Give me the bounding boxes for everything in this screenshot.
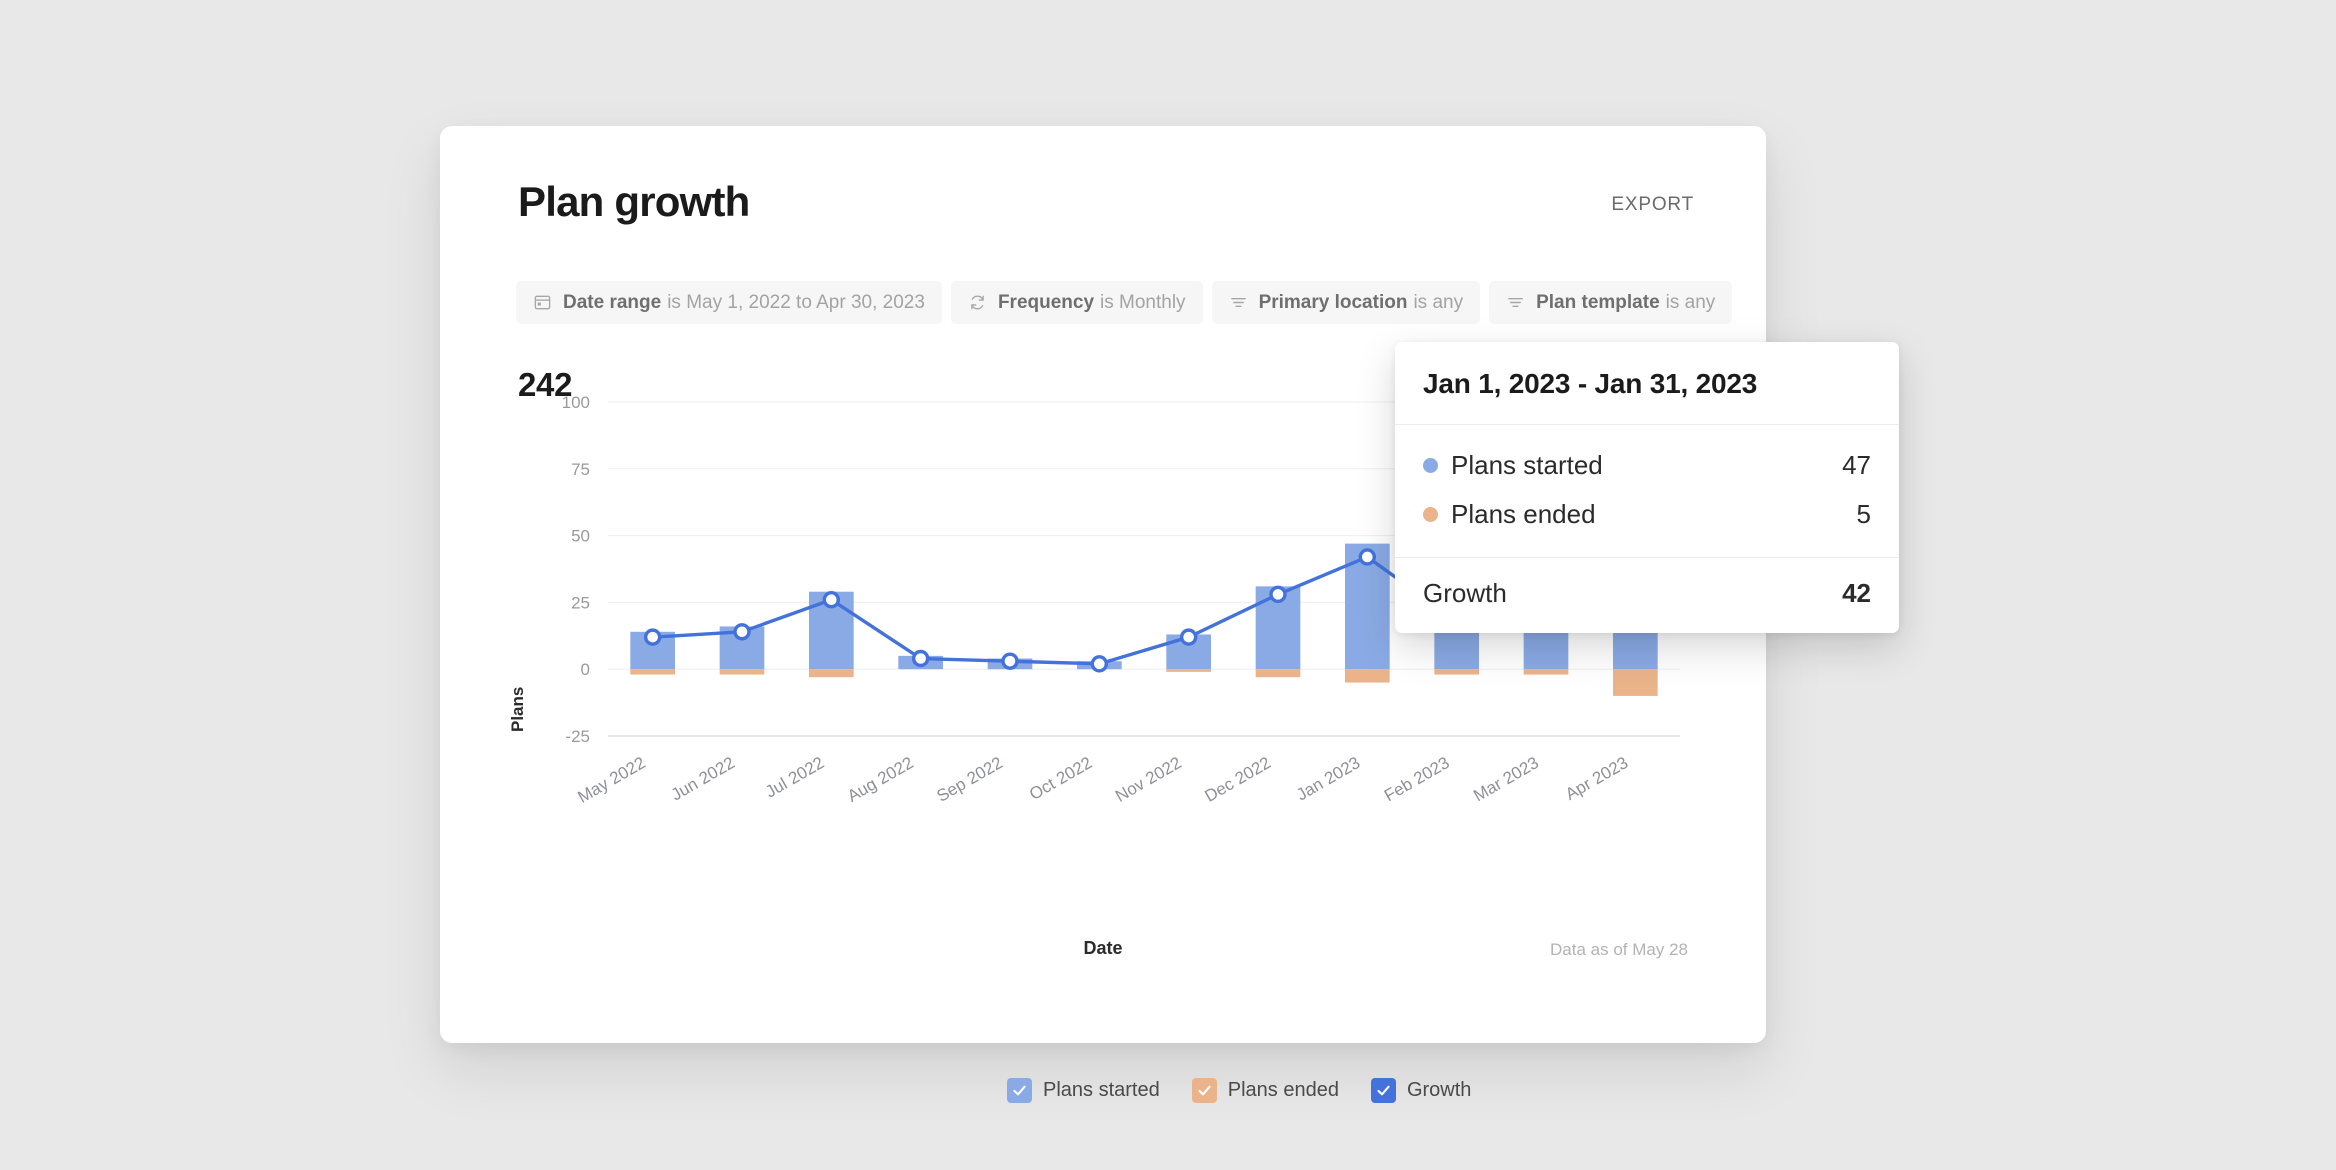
tooltip-row: Plans started 47 <box>1423 441 1871 490</box>
svg-text:Jun 2022: Jun 2022 <box>668 753 738 804</box>
tooltip-row-value: 5 <box>1856 499 1871 529</box>
svg-text:Oct 2022: Oct 2022 <box>1026 753 1095 804</box>
filter-pill-value: is any <box>1413 291 1464 313</box>
legend-item-plans-started[interactable]: Plans started <box>1007 1078 1160 1103</box>
legend-label: Growth <box>1406 1079 1472 1101</box>
filter-pill-plan-template[interactable]: Plan template is any <box>1489 281 1733 324</box>
svg-text:Jan 2023: Jan 2023 <box>1293 753 1363 804</box>
filter-pill-label: Plan template <box>1536 291 1660 313</box>
filter-icon <box>1229 293 1248 312</box>
export-button[interactable]: EXPORT <box>1611 194 1694 216</box>
filter-pill-label: Date range <box>563 291 662 313</box>
screen: Plan growth EXPORT Date range is May 1, … <box>0 0 2336 1170</box>
chart-legend: Plans started Plans ended Growth <box>1007 1078 1471 1103</box>
svg-text:Mar 2023: Mar 2023 <box>1470 753 1542 805</box>
svg-text:Aug 2022: Aug 2022 <box>844 753 917 806</box>
svg-text:0: 0 <box>581 660 590 679</box>
svg-text:Dec 2022: Dec 2022 <box>1201 753 1274 806</box>
filter-pill-frequency[interactable]: Frequency is Monthly <box>950 281 1203 324</box>
legend-label: Plans ended <box>1227 1079 1339 1101</box>
svg-text:75: 75 <box>571 460 590 479</box>
refresh-icon <box>968 293 987 312</box>
series-dot-plans-started <box>1423 458 1438 473</box>
filter-pill-label: Frequency <box>997 291 1095 313</box>
series-dot-plans-ended <box>1423 507 1438 522</box>
filter-pill-value: is May 1, 2022 to Apr 30, 2023 <box>667 291 925 313</box>
svg-text:Nov 2022: Nov 2022 <box>1112 753 1185 806</box>
svg-text:Feb 2023: Feb 2023 <box>1381 753 1453 805</box>
y-axis-title: Plans <box>508 686 527 732</box>
checkbox-growth[interactable] <box>1370 1078 1396 1103</box>
tooltip-total-row: Growth 42 <box>1395 558 1899 633</box>
calendar-icon <box>533 293 552 312</box>
chart-tooltip: Jan 1, 2023 - Jan 31, 2023 Plans started… <box>1395 342 1899 633</box>
tooltip-title: Jan 1, 2023 - Jan 31, 2023 <box>1395 342 1899 425</box>
data-asof-note: Data as of May 28 <box>1550 940 1688 959</box>
checkbox-plans-started[interactable] <box>1007 1078 1032 1103</box>
tooltip-row-label: Plans ended <box>1451 499 1596 529</box>
filter-pill-value: is Monthly <box>1100 291 1186 313</box>
legend-item-growth[interactable]: Growth <box>1370 1078 1472 1103</box>
legend-label: Plans started <box>1043 1079 1160 1101</box>
svg-text:Apr 2023: Apr 2023 <box>1562 753 1631 804</box>
page-title: Plan growth <box>518 178 750 225</box>
svg-text:100: 100 <box>562 393 590 412</box>
tooltip-row-value: 47 <box>1842 450 1871 480</box>
filter-pill-value: is any <box>1665 291 1716 313</box>
svg-text:May 2022: May 2022 <box>574 753 648 807</box>
filter-pill-primary-location[interactable]: Primary location is any <box>1211 281 1481 324</box>
filter-pill-label: Primary location <box>1258 291 1408 313</box>
card-header: Plan growth EXPORT <box>440 126 1766 246</box>
checkbox-plans-ended[interactable] <box>1191 1078 1217 1103</box>
x-axis-title: Date <box>1083 938 1123 958</box>
filter-pill-date-range[interactable]: Date range is May 1, 2022 to Apr 30, 202… <box>516 281 942 324</box>
svg-text:50: 50 <box>571 527 590 546</box>
tooltip-row-label: Plans started <box>1451 450 1603 480</box>
tooltip-series-list: Plans started 47 Plans ended 5 <box>1395 425 1899 558</box>
filter-icon <box>1506 293 1525 312</box>
svg-text:25: 25 <box>571 593 590 612</box>
svg-text:-25: -25 <box>565 727 590 746</box>
svg-text:Jul 2022: Jul 2022 <box>762 753 827 802</box>
filter-bar: Date range is May 1, 2022 to Apr 30, 202… <box>516 281 1733 324</box>
tooltip-total-label: Growth <box>1423 578 1507 608</box>
svg-text:Sep 2022: Sep 2022 <box>933 753 1006 806</box>
tooltip-total-value: 42 <box>1842 578 1871 608</box>
tooltip-row: Plans ended 5 <box>1423 490 1871 539</box>
legend-item-plans-ended[interactable]: Plans ended <box>1191 1078 1339 1103</box>
